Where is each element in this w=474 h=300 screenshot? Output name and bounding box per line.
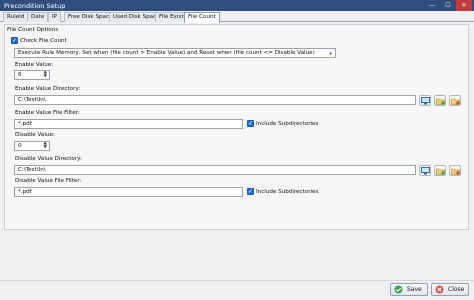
save-button[interactable]: Save (390, 283, 428, 296)
spin-arrows-icon[interactable]: ▲ ▼ (44, 71, 47, 79)
tab-ip[interactable]: IP (48, 12, 62, 22)
disable-directory-value: C:\Test\In\ (18, 167, 46, 173)
footer-divider (0, 280, 474, 281)
disable-value-stepper[interactable]: 0 ▲ ▼ (14, 141, 50, 151)
spin-arrows-icon[interactable]: ▲ ▼ (44, 142, 47, 150)
enable-directory-folder-remove-button[interactable] (449, 95, 461, 106)
disable-filter-value: *.pdf (18, 189, 32, 195)
checkmark-icon (394, 285, 403, 294)
enable-filter-value: *.pdf (18, 121, 32, 127)
close-button[interactable]: Close (431, 283, 469, 296)
tab-date[interactable]: Date (27, 12, 49, 22)
group-title: File Count Options (7, 27, 59, 33)
disable-value-text: 0 (18, 143, 22, 149)
enable-include-subdirectories-label: Include Subdirectories (256, 121, 319, 127)
maximize-button[interactable]: ☐ (440, 0, 456, 11)
disable-filter-label: Disable Value File Filter: (15, 178, 82, 184)
disable-filter-input[interactable]: *.pdf (14, 187, 243, 197)
check-file-count-label: Check File Count (20, 38, 67, 44)
disable-directory-browse-button[interactable] (419, 165, 431, 176)
close-label: Close (448, 286, 465, 293)
tab-file-count[interactable]: File Count (184, 12, 220, 23)
enable-filter-label: Enable Value File Filter: (15, 110, 80, 116)
close-window-button[interactable]: ✕ (456, 0, 472, 11)
check-file-count-checkbox[interactable]: ✓ (11, 37, 18, 44)
close-icon (435, 285, 444, 294)
enable-directory-value: C:\Test\In\ (18, 97, 46, 103)
window-title: Precondition Setup (4, 2, 66, 10)
enable-directory-folder-button[interactable] (434, 95, 446, 106)
enable-value-stepper[interactable]: 6 ▲ ▼ (14, 70, 50, 80)
disable-directory-folder-button[interactable] (434, 165, 446, 176)
disable-directory-label: Disable Value Directory: (15, 156, 82, 162)
disable-include-subdirectories-checkbox[interactable]: ✓ (247, 188, 254, 195)
title-bar: Precondition Setup — ☐ ✕ (0, 0, 474, 11)
chevron-down-icon: ▾ (329, 51, 332, 57)
disable-value-label: Disable Value: (15, 132, 55, 138)
folder-add-icon (436, 168, 445, 175)
monitor-icon (421, 97, 430, 105)
enable-include-subdirectories-checkbox[interactable]: ✓ (247, 120, 254, 127)
enable-directory-input[interactable]: C:\Test\In\ (14, 95, 416, 105)
save-label: Save (407, 286, 422, 293)
enable-value-label: Enable Value: (15, 62, 54, 68)
enable-value-text: 6 (18, 72, 22, 78)
enable-directory-label: Enable Value Directory: (15, 86, 81, 92)
enable-filter-input[interactable]: *.pdf (14, 119, 243, 129)
disable-directory-folder-remove-button[interactable] (449, 165, 461, 176)
folder-remove-icon (451, 98, 460, 105)
enable-directory-browse-button[interactable] (419, 95, 431, 106)
tab-ruleid[interactable]: RuleId (3, 12, 29, 22)
rule-mode-select[interactable]: Execute Rule Memory, Set when (file coun… (14, 48, 336, 58)
disable-include-subdirectories-label: Include Subdirectories (256, 189, 319, 195)
monitor-icon (421, 167, 430, 175)
rule-mode-value: Execute Rule Memory, Set when (file coun… (18, 50, 315, 56)
disable-directory-input[interactable]: C:\Test\In\ (14, 165, 416, 175)
folder-remove-icon (451, 168, 460, 175)
minimize-button[interactable]: — (424, 0, 440, 11)
tab-strip: RuleId Date IP Free Disk Space Used Disk… (0, 11, 474, 23)
folder-add-icon (436, 98, 445, 105)
